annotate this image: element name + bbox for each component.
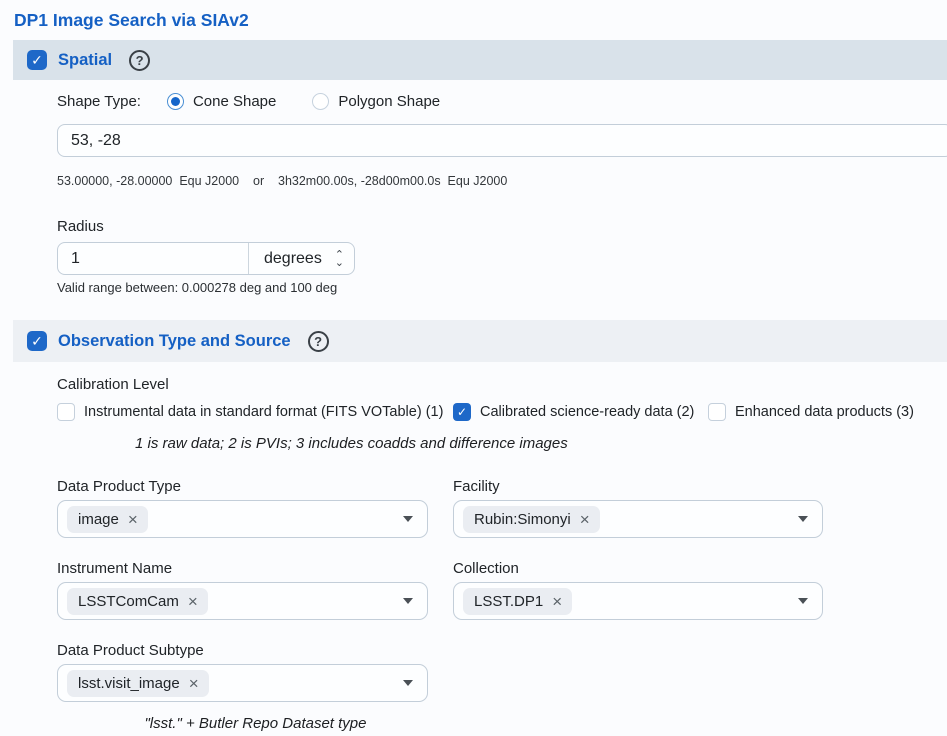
collection-label: Collection — [453, 560, 823, 577]
dropdown-arrow-icon[interactable] — [798, 516, 808, 522]
observation-fields-grid: Data Product Type image × Facility Rubin… — [57, 478, 947, 732]
spatial-help-icon[interactable]: ? — [129, 50, 150, 71]
data-product-type-combobox[interactable]: image × — [57, 500, 428, 538]
radius-unit-select[interactable]: degrees ⌃ ⌄ — [248, 243, 354, 274]
radio-cone-shape[interactable]: Cone Shape — [167, 93, 276, 110]
checkbox-enhanced-data[interactable]: ✓ Enhanced data products (3) — [708, 403, 914, 421]
radius-input[interactable] — [58, 243, 248, 274]
check-icon: ✓ — [712, 405, 722, 419]
observation-section-label: Observation Type and Source — [58, 332, 291, 351]
checkbox-icon[interactable]: ✓ — [453, 403, 471, 421]
spatial-section-label: Spatial — [58, 51, 112, 70]
dropdown-arrow-icon[interactable] — [403, 598, 413, 604]
checkbox-calibrated-data[interactable]: ✓ Calibrated science-ready data (2) — [453, 403, 708, 421]
radius-valid-range-hint: Valid range between: 0.000278 deg and 10… — [57, 280, 947, 295]
radio-button-icon[interactable] — [312, 93, 329, 110]
radio-cone-shape-label: Cone Shape — [193, 93, 276, 110]
check-icon: ✓ — [31, 333, 43, 350]
check-icon: ✓ — [457, 405, 467, 419]
radius-label: Radius — [57, 218, 947, 235]
radio-polygon-shape[interactable]: Polygon Shape — [312, 93, 440, 110]
tag-label: Rubin:Simonyi — [474, 511, 571, 528]
calibration-options-row: ✓ Instrumental data in standard format (… — [57, 402, 947, 422]
dropdown-arrow-icon[interactable] — [403, 516, 413, 522]
data-product-subtype-note: "lsst." + Butler Repo Dataset type — [57, 715, 428, 732]
checkbox-instrumental-data[interactable]: ✓ Instrumental data in standard format (… — [57, 403, 453, 421]
tag-remove-icon[interactable]: × — [552, 593, 562, 610]
facility-label: Facility — [453, 478, 823, 495]
position-hint: 53.00000, -28.00000 Equ J2000 or 3h32m00… — [57, 174, 947, 188]
field-data-product-type: Data Product Type image × — [57, 478, 428, 538]
tag-remove-icon[interactable]: × — [580, 511, 590, 528]
caret-down-icon: ⌄ — [335, 259, 344, 267]
data-product-subtype-label: Data Product Subtype — [57, 642, 428, 659]
checkbox-enhanced-data-label: Enhanced data products (3) — [735, 404, 914, 420]
tag-label: LSST.DP1 — [474, 593, 543, 610]
page-title: DP1 Image Search via SIAv2 — [14, 10, 947, 31]
observation-section-header: ✓ Observation Type and Source ? — [13, 320, 947, 362]
observation-section-checkbox[interactable]: ✓ — [27, 331, 47, 351]
instrument-name-label: Instrument Name — [57, 560, 428, 577]
data-product-subtype-combobox[interactable]: lsst.visit_image × — [57, 664, 428, 702]
dropdown-arrow-icon[interactable] — [403, 680, 413, 686]
spatial-section-header: ✓ Spatial ? — [13, 40, 947, 80]
radio-button-icon[interactable] — [167, 93, 184, 110]
tag-remove-icon[interactable]: × — [188, 593, 198, 610]
shape-type-label: Shape Type: — [57, 93, 141, 110]
checkbox-instrumental-data-label: Instrumental data in standard format (FI… — [84, 404, 443, 420]
calibration-level-label: Calibration Level — [57, 376, 947, 393]
collection-combobox[interactable]: LSST.DP1 × — [453, 582, 823, 620]
tag-label: lsst.visit_image — [78, 675, 180, 692]
checkbox-icon[interactable]: ✓ — [708, 403, 726, 421]
facility-combobox[interactable]: Rubin:Simonyi × — [453, 500, 823, 538]
selected-tag: LSST.DP1 × — [463, 588, 572, 615]
selected-tag: lsst.visit_image × — [67, 670, 209, 697]
selected-tag: LSSTComCam × — [67, 588, 208, 615]
field-instrument-name: Instrument Name LSSTComCam × — [57, 560, 428, 620]
radio-polygon-shape-label: Polygon Shape — [338, 93, 440, 110]
check-icon: ✓ — [61, 405, 71, 419]
instrument-name-combobox[interactable]: LSSTComCam × — [57, 582, 428, 620]
tag-label: image — [78, 511, 119, 528]
shape-type-row: Shape Type: Cone Shape Polygon Shape — [57, 91, 947, 111]
radius-unit-value: degrees — [264, 250, 327, 268]
field-facility: Facility Rubin:Simonyi × — [453, 478, 823, 538]
calibration-note: 1 is raw data; 2 is PVIs; 3 includes coa… — [135, 435, 947, 452]
spatial-section-checkbox[interactable]: ✓ — [27, 50, 47, 70]
tag-remove-icon[interactable]: × — [128, 511, 138, 528]
data-product-type-label: Data Product Type — [57, 478, 428, 495]
checkbox-calibrated-data-label: Calibrated science-ready data (2) — [480, 404, 694, 420]
stepper-icon[interactable]: ⌃ ⌄ — [335, 251, 344, 267]
radius-field: degrees ⌃ ⌄ — [57, 242, 355, 275]
dropdown-arrow-icon[interactable] — [798, 598, 808, 604]
observation-help-icon[interactable]: ? — [308, 331, 329, 352]
field-data-product-subtype: Data Product Subtype lsst.visit_image × … — [57, 642, 428, 732]
selected-tag: image × — [67, 506, 148, 533]
tag-label: LSSTComCam — [78, 593, 179, 610]
check-icon: ✓ — [31, 52, 43, 69]
checkbox-icon[interactable]: ✓ — [57, 403, 75, 421]
selected-tag: Rubin:Simonyi × — [463, 506, 600, 533]
field-collection: Collection LSST.DP1 × — [453, 560, 823, 620]
position-input[interactable] — [57, 124, 947, 157]
tag-remove-icon[interactable]: × — [189, 675, 199, 692]
